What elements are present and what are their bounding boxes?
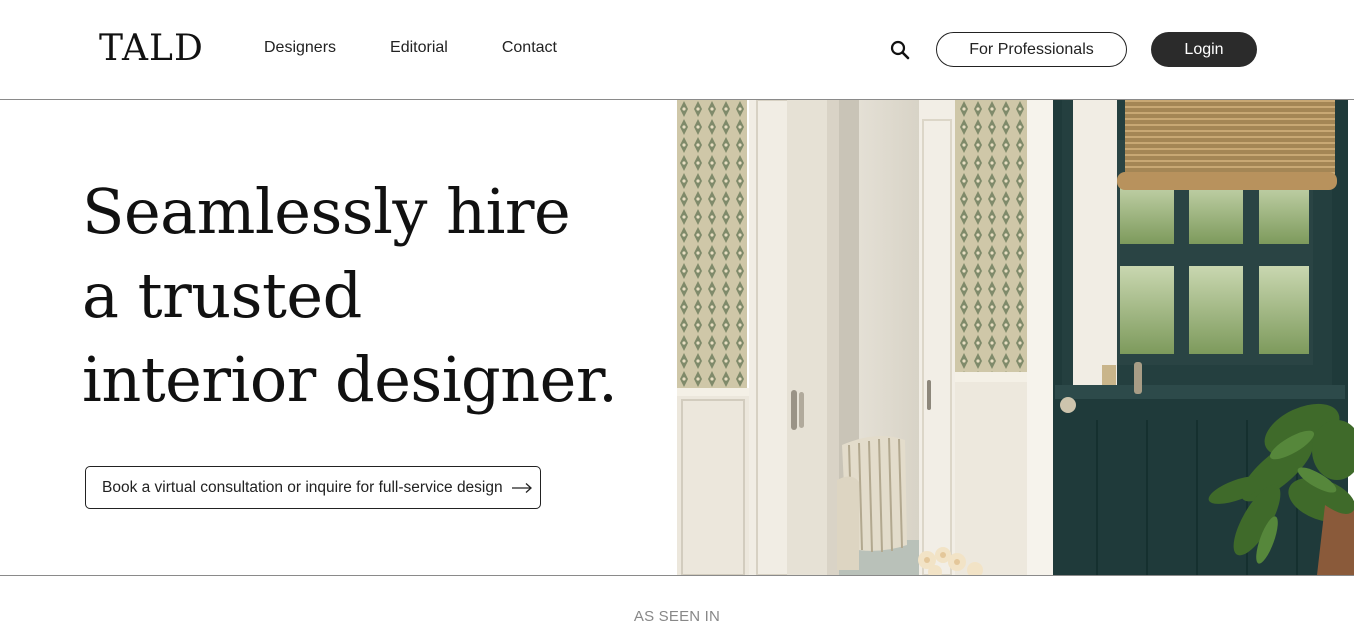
login-button[interactable]: Login	[1151, 32, 1257, 67]
consultation-cta-button[interactable]: Book a virtual consultation or inquire f…	[85, 466, 541, 509]
nav-designers[interactable]: Designers	[264, 38, 336, 58]
main-nav: Designers Editorial Contact	[264, 38, 557, 58]
nav-editorial[interactable]: Editorial	[390, 38, 448, 58]
logo[interactable]: TALD	[99, 27, 204, 71]
as-seen-in-heading: AS SEEN IN	[633, 608, 721, 625]
arrow-right-icon	[511, 482, 532, 493]
site-header: TALD Designers Editorial Contact For Pro…	[0, 0, 1354, 100]
headline-line-3: interior designer.	[82, 343, 618, 416]
search-icon[interactable]	[889, 39, 911, 61]
cta-label: Book a virtual consultation or inquire f…	[102, 478, 503, 496]
nav-contact[interactable]: Contact	[502, 38, 557, 58]
hero-image	[677, 100, 1354, 575]
for-professionals-button[interactable]: For Professionals	[936, 32, 1127, 67]
hero-headline: Seamlessly hire a trusted interior desig…	[82, 170, 662, 422]
hero: Seamlessly hire a trusted interior desig…	[0, 100, 1354, 576]
headline-line-1: Seamlessly hire	[82, 175, 571, 248]
headline-line-2: a trusted	[82, 259, 362, 332]
